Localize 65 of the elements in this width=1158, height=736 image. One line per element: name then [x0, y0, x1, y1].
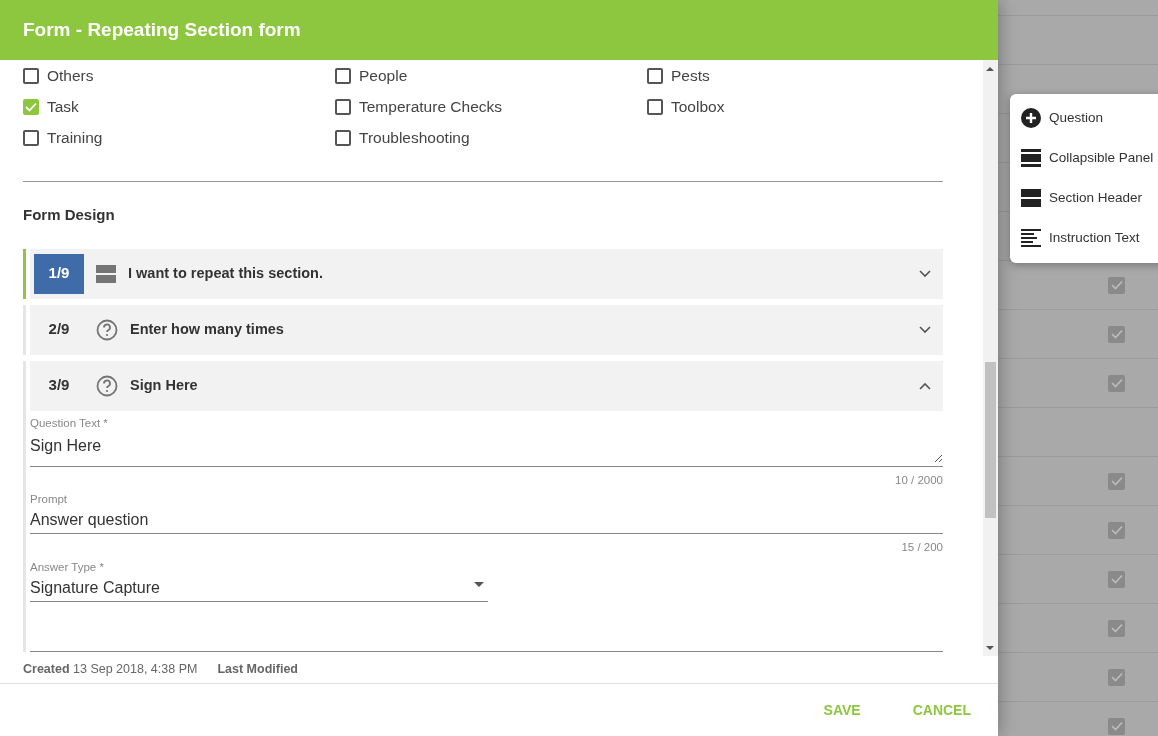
checkbox-label[interactable]: Task — [47, 94, 79, 119]
checkbox-label[interactable]: Others — [47, 63, 94, 88]
item-header[interactable]: 2/9 Enter how many times — [30, 304, 943, 355]
section-icon — [96, 263, 116, 284]
input-field[interactable]: Answer question — [30, 508, 943, 535]
checkbox-label[interactable]: Training — [47, 125, 103, 150]
chevron-up-icon[interactable] — [919, 381, 931, 390]
item-title: I want to repeat this section. — [128, 263, 324, 283]
field-value: Signature Capture — [30, 577, 161, 598]
item-number: 2/9 — [47, 319, 71, 340]
section-title: Form Design — [23, 205, 116, 225]
dropdown-field[interactable]: Signature Capture — [30, 575, 488, 602]
field-label: Answer Type * — [30, 559, 105, 575]
item-title: Enter how many times — [130, 319, 285, 339]
checkbox[interactable] — [1108, 325, 1125, 343]
checkbox[interactable] — [23, 67, 39, 84]
checkbox[interactable] — [1108, 570, 1125, 588]
item-number: 1/9 — [34, 253, 84, 294]
caret-icon — [474, 581, 484, 587]
field-label: Prompt — [30, 492, 69, 507]
checkbox-label[interactable]: Pests — [671, 63, 710, 88]
checkbox[interactable] — [1108, 619, 1125, 637]
add-circle-icon[interactable] — [1021, 108, 1041, 128]
checkbox[interactable] — [335, 98, 351, 115]
item-header[interactable]: 1/9 I want to repeat this section. — [30, 248, 943, 299]
scrollbar[interactable] — [983, 60, 998, 656]
help-icon — [96, 318, 118, 341]
panel-icon[interactable] — [1021, 148, 1041, 168]
character-counter: 10 / 2000 — [894, 472, 943, 488]
checkbox-label[interactable]: Toolbox — [671, 94, 725, 119]
checkbox[interactable] — [1108, 717, 1125, 735]
checkbox[interactable] — [1108, 276, 1125, 294]
menu-item[interactable]: Section Header — [1049, 187, 1143, 209]
checkbox[interactable] — [23, 129, 39, 146]
metadata-text: Created 13 Sep 2018, 4:38 PM — [23, 661, 198, 679]
checkbox[interactable] — [1108, 472, 1125, 490]
menu-item[interactable]: Question — [1049, 107, 1104, 129]
dialog-title: Form - Repeating Section form — [0, 0, 998, 60]
character-counter: 15 / 200 — [900, 540, 943, 556]
input-field[interactable]: Sign Here — [30, 431, 943, 467]
checkbox[interactable] — [1108, 668, 1125, 686]
help-icon — [96, 374, 118, 397]
field-value: Sign Here — [30, 435, 103, 456]
checkbox[interactable] — [647, 67, 663, 84]
item-number: 3/9 — [47, 375, 71, 396]
checkbox[interactable] — [335, 129, 351, 146]
item-header[interactable]: 3/9 Sign Here — [30, 360, 943, 411]
metadata-text: Last Modified — [217, 661, 298, 679]
item-title: Sign Here — [130, 375, 199, 395]
checkbox-label[interactable]: People — [359, 63, 408, 88]
chevron-down-icon[interactable] — [919, 325, 931, 334]
field-label: Question Text * — [30, 415, 109, 431]
resize-grip-icon[interactable] — [934, 453, 943, 463]
text-lines-icon[interactable] — [1021, 228, 1041, 248]
section-header-icon[interactable] — [1021, 188, 1041, 208]
menu-item[interactable]: Instruction Text — [1049, 227, 1140, 249]
checkbox-label[interactable]: Troubleshooting — [359, 125, 470, 150]
checkbox-label[interactable]: Temperature Checks — [359, 94, 502, 119]
checkbox[interactable] — [1108, 521, 1125, 539]
checkbox[interactable] — [335, 67, 351, 84]
checkbox[interactable] — [647, 98, 663, 115]
checkbox[interactable] — [23, 98, 39, 115]
checkbox[interactable] — [1108, 374, 1125, 392]
menu-item[interactable]: Collapsible Panel — [1049, 147, 1154, 169]
chevron-down-icon[interactable] — [919, 269, 931, 278]
